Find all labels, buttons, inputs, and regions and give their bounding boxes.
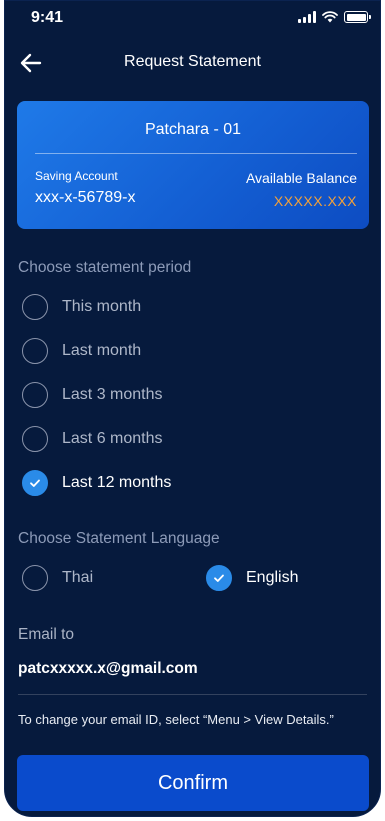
battery-icon <box>344 11 371 23</box>
account-number: xxx-x-56789-x <box>35 189 136 206</box>
radio-unchecked-icon <box>22 382 48 408</box>
page-title: Request Statement <box>124 53 261 70</box>
status-icons <box>298 11 371 23</box>
email-change-note: To change your email ID, select “Menu > … <box>18 712 334 727</box>
email-value: patcxxxxx.x@gmail.com <box>18 660 198 677</box>
divider <box>18 694 367 695</box>
period-option-label: Last 3 months <box>62 386 163 403</box>
status-time: 9:41 <box>31 9 64 26</box>
language-option-label: Thai <box>62 569 94 586</box>
radio-unchecked-icon <box>22 426 48 452</box>
checkmark-icon <box>30 479 40 487</box>
balance-label: Available Balance <box>245 170 357 186</box>
wifi-icon <box>322 11 338 23</box>
app-screen: 9:41 Request Statement Patchara - 01 Sav… <box>4 0 381 817</box>
period-option-label: Last month <box>62 342 142 359</box>
period-option-last-month[interactable]: Last month <box>22 336 141 366</box>
account-card: Patchara - 01 Saving Account xxx-x-56789… <box>17 101 369 229</box>
period-option-label: Last 12 months <box>62 474 172 491</box>
language-option-english[interactable]: English <box>206 563 298 593</box>
period-option-this-month[interactable]: This month <box>22 292 141 322</box>
card-divider <box>35 153 357 154</box>
period-option-last-12-months[interactable]: Last 12 months <box>22 468 171 498</box>
status-bar: 9:41 <box>5 1 380 35</box>
header: Request Statement <box>5 43 380 83</box>
period-section-label: Choose statement period <box>18 259 192 276</box>
account-name: Patchara - 01 <box>144 121 242 138</box>
account-type: Saving Account <box>35 169 118 183</box>
radio-unchecked-icon <box>22 294 48 320</box>
period-option-label: Last 6 months <box>62 430 163 447</box>
language-section-label: Choose Statement Language <box>18 530 220 547</box>
language-option-label: English <box>246 569 299 586</box>
radio-unchecked-icon <box>22 565 48 591</box>
period-option-last-3-months[interactable]: Last 3 months <box>22 380 163 410</box>
checkmark-icon <box>214 574 224 582</box>
period-option-label: This month <box>62 298 142 315</box>
confirm-button[interactable]: Confirm <box>17 755 369 811</box>
radio-unchecked-icon <box>22 338 48 364</box>
radio-checked-icon <box>206 565 232 591</box>
signal-icon <box>298 11 316 23</box>
radio-checked-icon <box>22 470 48 496</box>
period-option-last-6-months[interactable]: Last 6 months <box>22 424 163 454</box>
balance-value: XXXXX.XXX <box>273 193 357 209</box>
email-label: Email to <box>18 626 74 643</box>
language-option-thai[interactable]: Thai <box>22 563 93 593</box>
